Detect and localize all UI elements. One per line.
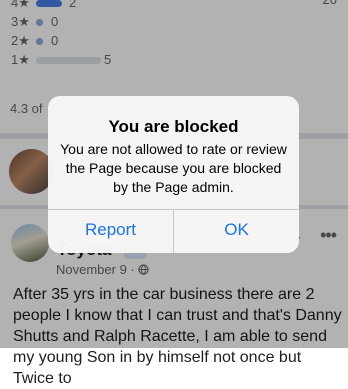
- blocked-alert-dialog: You are blocked You are not allowed to r…: [48, 96, 299, 253]
- report-button[interactable]: Report: [48, 210, 173, 253]
- alert-message: You are not allowed to rate or review th…: [60, 141, 287, 195]
- ok-button[interactable]: OK: [174, 210, 299, 253]
- alert-title: You are blocked: [108, 117, 239, 136]
